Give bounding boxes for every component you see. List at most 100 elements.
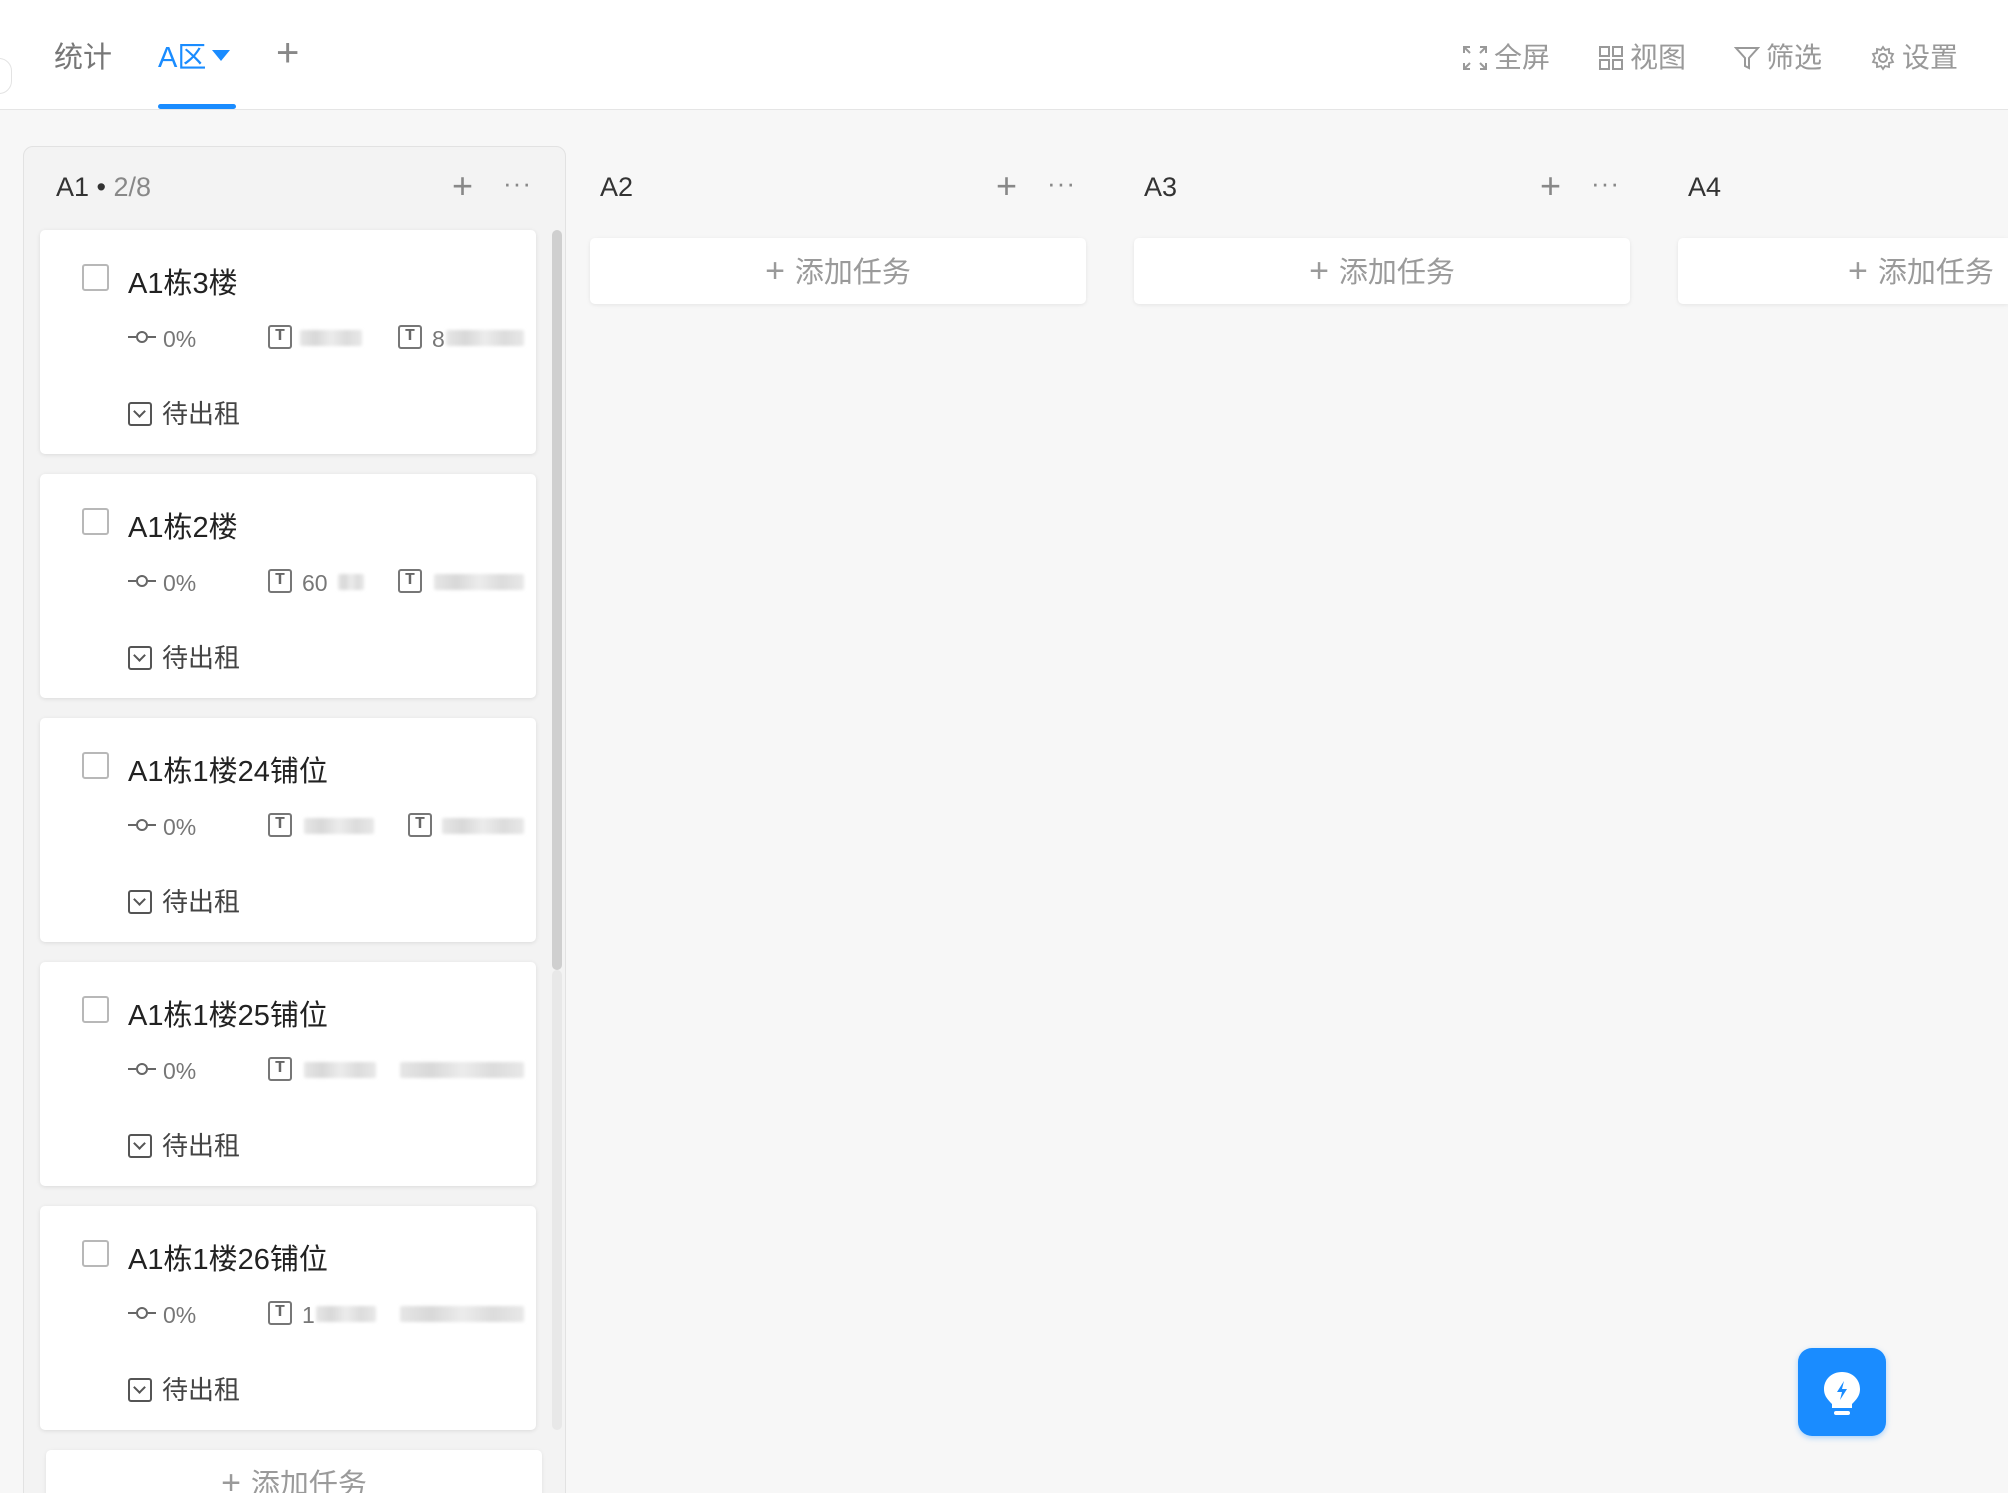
add-task-button[interactable]: + 添加任务 [46,1450,542,1493]
progress-icon [128,1307,156,1319]
column-more-button[interactable]: ··· [503,168,532,199]
task-card[interactable]: A1栋1楼25铺位 0% T 待出租 [40,962,536,1186]
top-toolbar: 统计 A区 + 全屏 视图 筛选 设置 [0,0,2008,110]
status-label: 待出租 [162,643,241,673]
plus-icon: + [1848,252,1868,290]
filter-button[interactable]: 筛选 [1733,38,1823,78]
column-name: A2 [600,172,634,202]
view-button[interactable]: 视图 [1598,38,1686,78]
lightbulb-icon [1824,1372,1860,1415]
status-field[interactable]: 待出租 [128,638,240,675]
window-edge [2008,0,2013,1493]
column-add-button[interactable]: + [1540,168,1561,204]
select-icon [128,646,152,670]
sidebar-toggle[interactable] [0,58,12,94]
task-checkbox[interactable] [82,264,109,291]
column-name: A4 [1688,172,1722,202]
text-field-icon: T [398,325,422,349]
fullscreen-icon [1463,46,1487,70]
field-value: 1 [302,1302,315,1328]
redacted-value [400,1306,524,1322]
task-title: A1栋1楼24铺位 [128,756,328,788]
select-icon [128,1134,152,1158]
column-title: A2 [600,172,633,203]
redacted-value [442,818,524,834]
field-value: 8 [432,326,445,352]
tab-statistics[interactable]: 统计 [54,38,112,78]
redacted-value [304,818,374,834]
task-card[interactable]: A1栋2楼 0% T 60 T 待出租 [40,474,536,698]
redacted-value [400,1062,524,1078]
fullscreen-button[interactable]: 全屏 [1462,38,1550,78]
tab-area-a[interactable]: A区 [158,38,231,78]
progress-text: 0% [163,326,197,352]
status-field[interactable]: 待出租 [128,882,240,919]
text-field-icon: T [268,569,292,593]
tool-label: 全屏 [1494,42,1551,73]
task-checkbox[interactable] [82,996,109,1023]
add-task-button[interactable]: + 添加任务 [1678,238,2008,304]
task-card[interactable]: A1栋3楼 0% T T 8 待出租 [40,230,536,454]
redacted-value [446,330,524,346]
select-icon [128,402,152,426]
status-label: 待出租 [162,399,241,429]
status-field[interactable]: 待出租 [128,394,240,431]
progress-icon [128,819,156,831]
add-task-label: 添加任务 [1338,257,1455,289]
settings-button[interactable]: 设置 [1870,38,1958,78]
progress-text: 0% [163,570,197,596]
grid-view-icon [1599,46,1623,70]
status-field[interactable]: 待出租 [128,1370,240,1407]
progress-text: 0% [163,1058,197,1084]
task-title: A1栋3楼 [128,268,238,300]
plus-icon: + [765,252,785,290]
task-checkbox[interactable] [82,752,109,779]
column-title: A1 • 2/8 [56,172,152,202]
add-task-button[interactable]: + 添加任务 [590,238,1086,304]
progress-text: 0% [163,1302,197,1328]
task-card[interactable]: A1栋1楼26铺位 0% T 1 待出租 [40,1206,536,1430]
text-field-icon: T [398,569,422,593]
column-more-button[interactable]: ··· [1047,168,1076,199]
text-field-icon: T [268,325,292,349]
task-checkbox[interactable] [82,508,109,535]
column-more-button[interactable]: ··· [1591,168,1620,199]
add-task-label: 添加任务 [794,257,911,289]
status-field[interactable]: 待出租 [128,1126,240,1163]
field-value: 60 [302,570,328,596]
redacted-value [434,574,524,590]
column-name: A3 [1144,172,1178,202]
plus-icon: + [1309,252,1329,290]
task-checkbox[interactable] [82,1240,109,1267]
text-field-icon: T [268,813,292,837]
status-label: 待出租 [162,1131,241,1161]
tab-label: A区 [158,42,207,74]
progress-icon [128,1063,156,1075]
add-tab-button[interactable]: + [276,33,306,73]
progress-icon [128,331,156,343]
caret-down-icon[interactable] [212,50,231,61]
column-count: 2/8 [113,172,152,202]
redacted-value [300,330,362,346]
tool-label: 设置 [1902,42,1959,73]
help-button[interactable] [1798,1348,1886,1436]
add-task-button[interactable]: + 添加任务 [1134,238,1630,304]
task-title: A1栋1楼26铺位 [128,1244,328,1276]
column-title: A3 [1144,172,1177,203]
task-card[interactable]: A1栋1楼24铺位 0% T T 待出租 [40,718,536,942]
text-field-icon: T [408,813,432,837]
text-field-icon: T [268,1301,292,1325]
column-add-button[interactable]: + [452,168,473,204]
column-title: A4 [1688,172,1721,203]
column-add-button[interactable]: + [996,168,1017,204]
column-scrollbar[interactable] [552,230,562,970]
add-task-label: 添加任务 [1877,257,1994,289]
tool-label: 筛选 [1766,42,1823,73]
redacted-value [316,1306,376,1322]
task-title: A1栋2楼 [128,512,238,544]
filter-icon [1733,47,1761,70]
plus-icon: + [221,1464,241,1493]
tab-label: 统计 [54,42,113,74]
column-name: A1 [56,172,90,202]
progress-text: 0% [163,814,197,840]
